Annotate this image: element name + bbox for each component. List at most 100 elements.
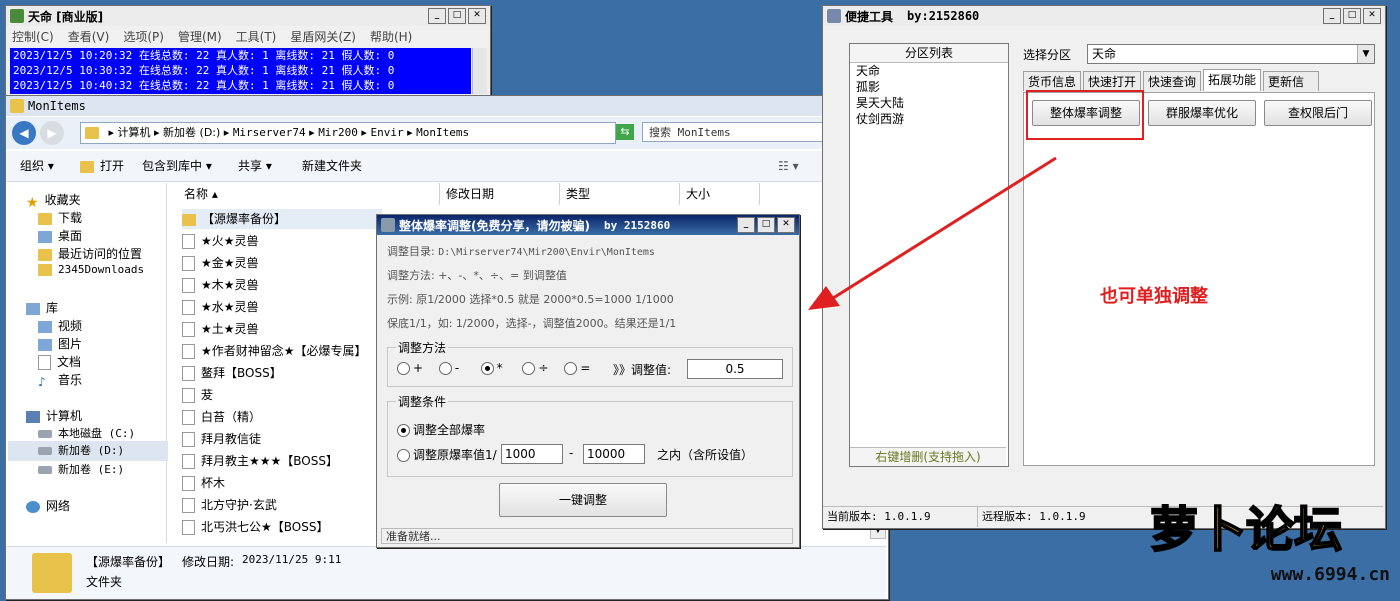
- file-row[interactable]: 白苔（精）: [182, 407, 261, 427]
- nav-downloads[interactable]: 下载: [38, 209, 82, 226]
- nav-recent[interactable]: 最近访问的位置: [38, 245, 142, 262]
- nav-2345downloads[interactable]: 2345Downloads: [38, 263, 144, 276]
- explorer-titlebar[interactable]: MonItems: [6, 96, 888, 116]
- tools-titlebar[interactable]: 便捷工具 by:2152860 _ □ ✕: [823, 6, 1385, 26]
- zone-item[interactable]: 仗剑西游: [850, 111, 1008, 127]
- menu-help[interactable]: 帮助(H): [370, 28, 412, 45]
- breadcrumb-item[interactable]: 新加卷 (D:): [163, 126, 220, 139]
- organize-button[interactable]: 组织 ▾: [20, 151, 54, 181]
- minimize-icon[interactable]: _: [428, 8, 446, 24]
- column-name[interactable]: 名称 ▴: [178, 183, 440, 205]
- minimize-icon[interactable]: _: [1323, 8, 1341, 24]
- file-row[interactable]: ★土★灵兽: [182, 319, 259, 339]
- share-button[interactable]: 共享 ▾: [238, 151, 272, 181]
- menu-manage[interactable]: 管理(M): [178, 28, 222, 45]
- close-icon[interactable]: ✕: [468, 8, 486, 24]
- music-icon: ♪: [38, 374, 46, 389]
- adjust-titlebar[interactable]: 整体爆率调整(免费分享，请勿被骗) by 2152860 _ □ ✕: [377, 215, 799, 235]
- new-folder-button[interactable]: 新建文件夹: [302, 151, 362, 181]
- zone-item[interactable]: 天命: [850, 63, 1008, 79]
- tab-quick-open[interactable]: 快速打开: [1083, 71, 1141, 91]
- zone-item[interactable]: 孤影: [850, 79, 1008, 95]
- nav-drive-e[interactable]: 新加卷 (E:): [38, 461, 124, 477]
- open-button[interactable]: 打开: [80, 151, 124, 181]
- overall-rate-button[interactable]: 整体爆率调整: [1032, 100, 1140, 126]
- file-row[interactable]: ★作者财神留念★【必爆专属】: [182, 341, 367, 361]
- op-multiply[interactable]: *: [480, 361, 519, 375]
- range-from-input[interactable]: 1000: [501, 444, 563, 464]
- op-plus[interactable]: +: [397, 361, 435, 375]
- refresh-icon[interactable]: ⇆: [616, 124, 634, 140]
- method-group-label: 调整方法: [398, 341, 447, 355]
- breadcrumb-item[interactable]: MonItems: [416, 126, 469, 139]
- tab-updates[interactable]: 更新信息: [1263, 71, 1319, 109]
- nav-pictures[interactable]: 图片: [38, 335, 82, 352]
- file-row[interactable]: 【源爆率备份】: [182, 209, 382, 229]
- column-type[interactable]: 类型: [560, 183, 680, 205]
- forward-icon[interactable]: ▶: [40, 121, 64, 145]
- file-row[interactable]: ★金★灵兽: [182, 253, 259, 273]
- file-row[interactable]: 北丐洪七公★【BOSS】: [182, 517, 328, 537]
- nav-videos[interactable]: 视频: [38, 317, 82, 334]
- zone-item[interactable]: 昊天大陆: [850, 95, 1008, 111]
- nav-documents[interactable]: 文档: [38, 353, 81, 370]
- maximize-icon[interactable]: □: [757, 217, 775, 233]
- zone-select[interactable]: 天命 ▼: [1087, 44, 1375, 64]
- file-row[interactable]: 拜月教主★★★【BOSS】: [182, 451, 338, 471]
- apply-button[interactable]: 一键调整: [499, 483, 667, 517]
- tab-quick-query[interactable]: 快速查询: [1143, 71, 1201, 91]
- chevron-down-icon[interactable]: ▼: [1357, 45, 1374, 63]
- maximize-icon[interactable]: □: [448, 8, 466, 24]
- column-modified[interactable]: 修改日期: [440, 183, 560, 205]
- nav-libraries[interactable]: 库: [26, 299, 58, 316]
- file-row[interactable]: ★火★灵兽: [182, 231, 259, 251]
- nav-drive-c[interactable]: 本地磁盘 (C:): [38, 425, 135, 441]
- cond-all[interactable]: 调整全部爆率: [397, 421, 485, 438]
- file-row[interactable]: 拜月教信徒: [182, 429, 261, 449]
- breadcrumb-item[interactable]: Mir200: [318, 126, 358, 139]
- menu-gateway[interactable]: 星盾网关(Z): [290, 28, 356, 45]
- file-row[interactable]: 茇: [182, 385, 213, 405]
- breadcrumb-item[interactable]: 计算机: [118, 126, 151, 139]
- minimize-icon[interactable]: _: [737, 217, 755, 233]
- tab-currency[interactable]: 货币信息: [1023, 71, 1081, 91]
- op-divide[interactable]: ÷: [522, 361, 560, 375]
- file-row[interactable]: ★水★灵兽: [182, 297, 259, 317]
- close-icon[interactable]: ✕: [1363, 8, 1381, 24]
- column-size[interactable]: 大小: [680, 183, 760, 205]
- file-row[interactable]: 杯木: [182, 473, 225, 493]
- backdoor-button[interactable]: 查权限后门: [1264, 100, 1372, 126]
- file-name: ★木★灵兽: [201, 278, 259, 292]
- include-library-button[interactable]: 包含到库中 ▾: [142, 151, 212, 181]
- nav-network[interactable]: 网络: [26, 497, 70, 514]
- op-equals[interactable]: =: [564, 361, 602, 375]
- tianming-titlebar[interactable]: 天命 [商业版] _ □ ✕: [6, 6, 490, 26]
- menu-view[interactable]: 查看(V): [68, 28, 110, 45]
- nav-music[interactable]: ♪ 音乐: [38, 371, 82, 389]
- breadcrumb-item[interactable]: Mirserver74: [233, 126, 306, 139]
- view-options-icon[interactable]: ☷ ▾: [778, 151, 799, 181]
- menu-control[interactable]: 控制(C): [12, 28, 54, 45]
- menu-options[interactable]: 选项(P): [123, 28, 164, 45]
- breadcrumb[interactable]: ▸ 计算机 ▸ 新加卷 (D:) ▸ Mirserver74 ▸ Mir200 …: [80, 122, 616, 144]
- file-row[interactable]: 北方守护·玄武: [182, 495, 277, 515]
- file-row[interactable]: ★木★灵兽: [182, 275, 259, 295]
- group-rate-button[interactable]: 群服爆率优化: [1148, 100, 1256, 126]
- cond-range[interactable]: 调整原爆率值1/: [397, 446, 497, 463]
- op-minus[interactable]: -: [438, 361, 477, 375]
- tab-extensions[interactable]: 拓展功能: [1203, 69, 1261, 91]
- range-to-input[interactable]: 10000: [583, 444, 645, 464]
- nav-desktop[interactable]: 桌面: [38, 227, 82, 244]
- close-icon[interactable]: ✕: [777, 217, 795, 233]
- nav-drive-d[interactable]: 新加卷 (D:): [8, 441, 194, 461]
- menu-tools[interactable]: 工具(T): [236, 28, 277, 45]
- log-scrollbar[interactable]: [472, 48, 487, 94]
- value-input[interactable]: 0.5: [687, 359, 783, 379]
- file-row[interactable]: 鳌拜【BOSS】: [182, 363, 282, 383]
- nav-favorites[interactable]: ★ 收藏夹: [26, 191, 81, 211]
- example-text: 示例: 原1/2000 选择*0.5 就是 2000*0.5=1000 1/10…: [387, 293, 674, 306]
- maximize-icon[interactable]: □: [1343, 8, 1361, 24]
- back-icon[interactable]: ◀: [12, 121, 36, 145]
- nav-computer[interactable]: 计算机: [26, 407, 82, 424]
- breadcrumb-item[interactable]: Envir: [370, 126, 403, 139]
